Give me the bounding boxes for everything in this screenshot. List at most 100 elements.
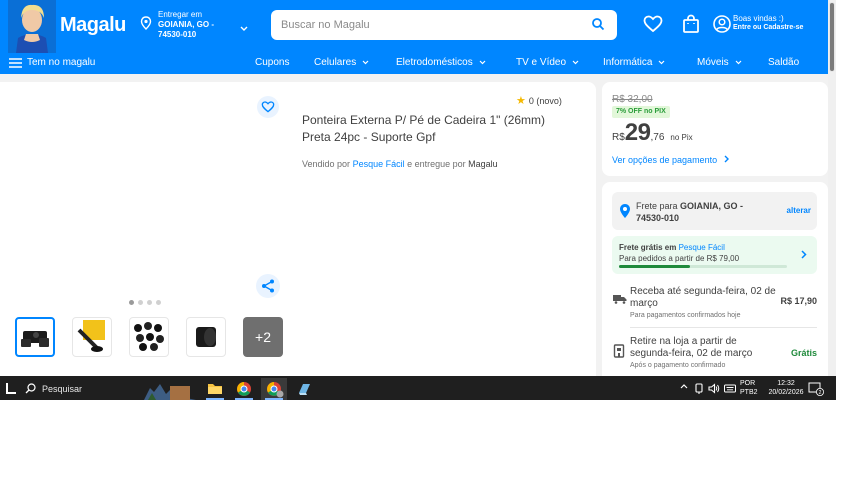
location-pin-icon: [140, 16, 152, 30]
site-header: Magalu Entregar em GOIANIA, GO - 74530-0…: [0, 0, 828, 74]
delivery-label: Entregar em: [158, 10, 203, 19]
carousel-dot[interactable]: [156, 300, 161, 305]
notification-icon[interactable]: 2: [808, 382, 824, 396]
chevron-down-icon: [659, 60, 665, 65]
carousel-dot[interactable]: [147, 300, 152, 305]
folder-icon: [208, 384, 222, 394]
scrollbar-thumb[interactable]: [829, 2, 835, 72]
nav-item-celulares[interactable]: Celulares: [314, 57, 369, 68]
product-thumbnail[interactable]: [15, 317, 55, 357]
pickup-date: Retire na loja a partir de segunda-feira…: [630, 336, 753, 359]
user-greeting: Boas vindas :): [733, 14, 784, 23]
page-scrollbar[interactable]: [828, 0, 836, 376]
carousel-dots[interactable]: [129, 292, 165, 310]
nav-item-saldao[interactable]: Saldão: [768, 57, 799, 68]
input-language[interactable]: POR PTB2: [740, 379, 758, 397]
pickup-price: Grátis: [790, 348, 817, 358]
free-shipping-title: Frete grátis em Pesque Fácil: [619, 243, 725, 252]
star-icon: ★: [516, 95, 526, 107]
carousel-dot[interactable]: [129, 300, 134, 305]
free-shipping-threshold: Para pedidos a partir de R$ 79,00: [619, 254, 740, 263]
product-rating[interactable]: ★ 0 (novo): [516, 94, 562, 107]
keyboard-icon[interactable]: [724, 383, 736, 394]
chevron-up-icon[interactable]: [680, 383, 688, 389]
all-departments-link[interactable]: Tem no magalu: [27, 57, 95, 68]
nav-item-moveis[interactable]: Móveis: [697, 57, 742, 68]
chevron-down-icon: [735, 60, 742, 65]
taskbar-file-explorer[interactable]: [202, 378, 228, 400]
seller-link[interactable]: Pesque Fácil: [353, 159, 405, 169]
search-input[interactable]: Buscar no Magalu: [281, 19, 370, 31]
taskbar-app[interactable]: [291, 378, 317, 400]
favorite-button[interactable]: [257, 96, 279, 118]
chevron-down-icon: [240, 26, 248, 31]
taskbar-chrome-profile[interactable]: [261, 378, 287, 400]
shopping-bag-icon[interactable]: [682, 14, 700, 34]
lu-mascot-image: [8, 0, 56, 53]
hamburger-menu-icon[interactable]: [9, 58, 22, 68]
network-icon[interactable]: [694, 383, 704, 394]
user-avatar-icon: [713, 15, 731, 33]
product-title: Ponteira Externa P/ Pé de Cadeira 1" (26…: [302, 113, 546, 144]
progress-fill: [619, 265, 690, 268]
price-card: R$ 32,00 7% OFF no PIX R$29,76 no Pix Ver…: [602, 82, 828, 176]
browser-viewport: Magalu Entregar em GOIANIA, GO - 74530-0…: [0, 0, 836, 400]
black-chair-tips-image: [21, 331, 49, 347]
search-icon: [25, 383, 36, 394]
heart-icon: [261, 101, 275, 113]
freight-destination: Frete para GOIANIA, GO -74530-010: [636, 201, 744, 223]
truck-icon: [613, 295, 627, 304]
delivery-city: GOIANIA, GO -: [158, 20, 214, 29]
clock-time: 12:32: [777, 380, 795, 387]
location-pin-icon: [620, 204, 630, 218]
freight-location-box: Frete para GOIANIA, GO -74530-010 altera…: [612, 192, 817, 230]
favorites-heart-icon[interactable]: [643, 15, 663, 33]
chevron-right-icon: [724, 155, 729, 163]
shipping-card: Frete para GOIANIA, GO -74530-010 altera…: [602, 182, 828, 378]
windows-start-icon[interactable]: [6, 383, 16, 394]
seller-info: Vendido por Pesque Fácil e entregue por …: [302, 159, 498, 169]
product-thumbnail[interactable]: [129, 317, 169, 357]
delivery-note: Para pagamentos confirmados hoje: [630, 312, 741, 319]
chevron-down-icon: [479, 60, 486, 65]
category-nav: Tem no magalu Cupons Celulares Eletrodom…: [0, 52, 828, 74]
store-link[interactable]: Pesque Fácil: [679, 243, 725, 252]
divider: [630, 327, 817, 328]
taskbar-search-label: Pesquisar: [42, 384, 83, 394]
volume-icon[interactable]: [708, 383, 720, 394]
store-icon: [613, 344, 625, 358]
delivery-date: Receba até segunda-feira, 02 de março: [630, 286, 776, 309]
carousel-dot[interactable]: [138, 300, 143, 305]
search-bar[interactable]: Buscar no Magalu: [271, 10, 617, 40]
chevron-right-icon: [801, 250, 807, 259]
current-price: R$29,76 no Pix: [612, 119, 693, 146]
share-icon: [262, 279, 274, 293]
nav-item-eletrodomesticos[interactable]: Eletrodomésticos: [396, 57, 486, 68]
pickup-option[interactable]: Retire na loja a partir de segunda-feira…: [612, 336, 817, 372]
delivered-by: Magalu: [468, 159, 498, 169]
pickup-note: Após o pagamento confirmado: [630, 362, 726, 369]
chrome-icon: [237, 382, 251, 396]
search-highlight-image: [140, 378, 196, 400]
search-icon[interactable]: [591, 17, 605, 31]
clock[interactable]: 12:32 20/02/2026: [762, 379, 810, 397]
more-images-button[interactable]: +2: [243, 317, 283, 357]
nav-item-informatica[interactable]: Informática: [603, 57, 665, 68]
payment-options-link[interactable]: Ver opções de pagamento: [612, 155, 730, 165]
product-thumbnail[interactable]: [72, 317, 112, 357]
login-link[interactable]: Entre ou Cadastre-se: [733, 24, 803, 31]
product-thumbnail[interactable]: [186, 317, 226, 357]
free-shipping-banner[interactable]: Frete grátis em Pesque Fácil Para pedido…: [612, 236, 817, 274]
nav-item-cupons[interactable]: Cupons: [255, 57, 289, 68]
magalu-logo[interactable]: Magalu: [60, 14, 126, 37]
change-cep-link[interactable]: alterar: [787, 206, 811, 215]
delivery-location-selector[interactable]: Entregar em GOIANIA, GO - 74530-010: [140, 10, 250, 42]
pix-discount-badge: 7% OFF no PIX: [612, 106, 670, 118]
many-tips-image: [134, 322, 164, 351]
nav-item-tv-video[interactable]: TV e Vídeo: [516, 57, 579, 68]
share-button[interactable]: [256, 274, 280, 298]
delivery-option[interactable]: Receba até segunda-feira, 02 de março Pa…: [612, 286, 817, 322]
taskbar-chrome[interactable]: [231, 378, 257, 400]
chevron-down-icon: [572, 60, 579, 65]
chair-leg-tip-image: [77, 320, 105, 352]
